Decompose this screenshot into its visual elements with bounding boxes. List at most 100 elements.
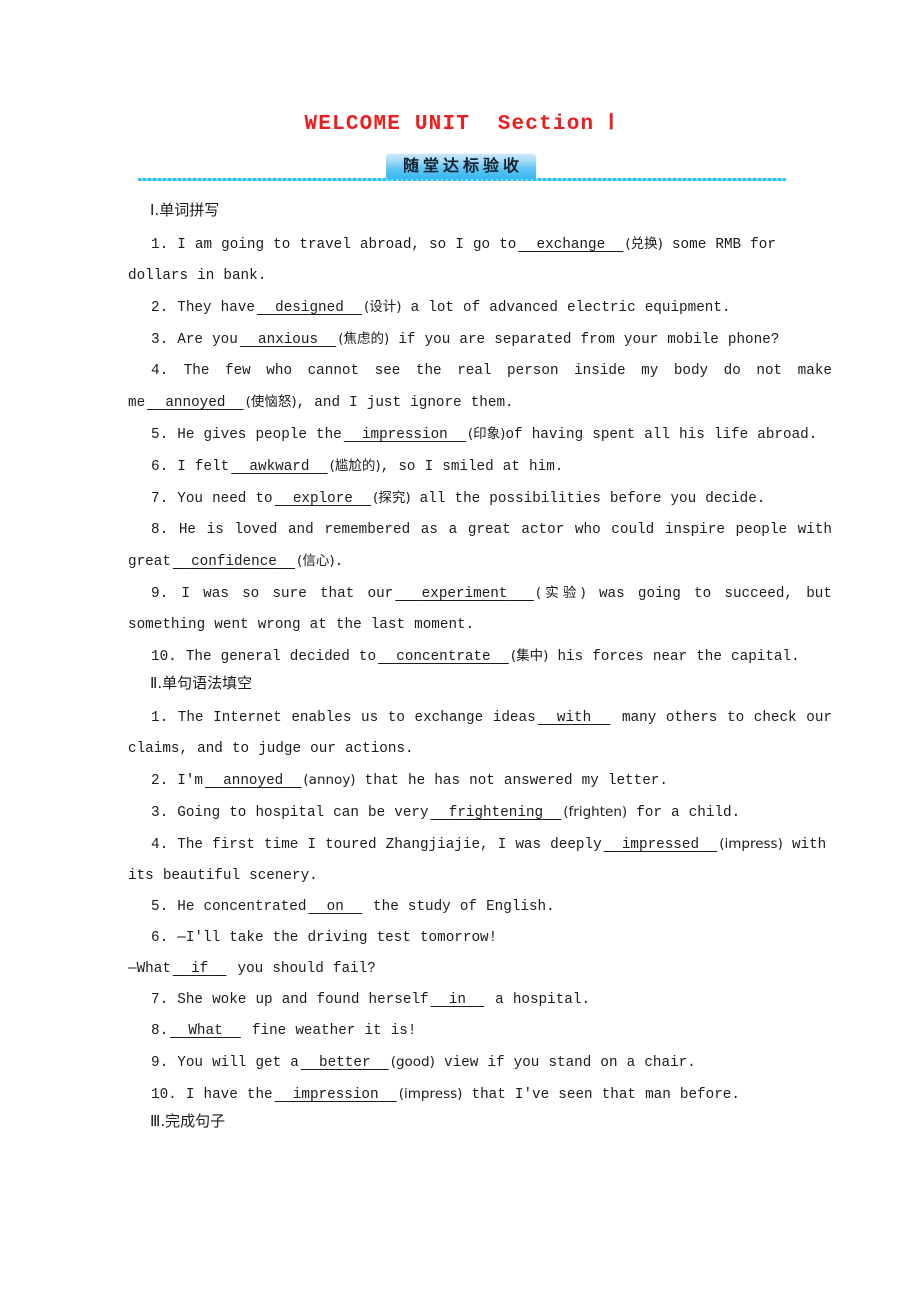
question-number: 3. <box>151 804 169 821</box>
question-text-after: you should fail? <box>228 960 376 977</box>
question-number: 1. <box>151 709 169 726</box>
answer-hint: (frighten) <box>563 803 628 820</box>
answer-blank[interactable]: impressed <box>602 837 720 853</box>
question-number: 10. <box>151 1086 177 1103</box>
question-text-before: I felt <box>168 459 230 476</box>
answer-blank[interactable]: annoyed <box>203 773 303 789</box>
answer-hint: (annoy) <box>303 771 356 788</box>
answer-hint: (尴尬的) <box>329 458 381 475</box>
question-item: 10. I have the impression (impress) that I… <box>128 1079 832 1111</box>
answer-blank[interactable]: confidence <box>171 554 297 570</box>
question-text-before: The Internet enables us to exchange idea… <box>168 709 536 726</box>
question-text-before: You will get a <box>168 1054 299 1071</box>
question-item: 8. He is loved and remembered as a great… <box>128 515 832 578</box>
question-number: 6. <box>151 459 169 476</box>
question-number: 8. <box>151 522 169 539</box>
question-item: 9. I was so sure that our experiment (实验) … <box>128 578 832 641</box>
question-item: 1. The Internet enables us to exchange i… <box>128 703 832 765</box>
question-text-after: . <box>334 554 344 571</box>
question-text-before: The general decided to <box>176 649 377 666</box>
answer-hint: (实验) <box>535 585 586 602</box>
question-text-after: a lot of advanced electric equipment. <box>401 300 731 317</box>
answer-blank[interactable]: experiment <box>393 586 536 602</box>
banner-label: 随堂达标验收 <box>402 156 523 175</box>
worksheet-page: WELCOME UNIT Section Ⅰ 随堂达标验收 Ⅰ.单词拼写 1. I… <box>0 0 920 1302</box>
section-heading: Ⅰ.单词拼写 <box>150 201 220 219</box>
answer-hint: (探究) <box>373 490 411 507</box>
question-item: 10. The general decided to concentrate (集中… <box>128 641 832 673</box>
question-item: 9. You will get a better (good) view if yo… <box>128 1047 832 1079</box>
question-number: 7. <box>151 491 169 508</box>
question-item: —What if you should fail? <box>128 954 832 985</box>
question-text-after: all the possibilities before you decide. <box>410 491 766 508</box>
answer-hint: (impress) <box>398 1085 463 1102</box>
answer-blank[interactable]: frightening <box>429 805 564 821</box>
question-text-before: Are you <box>168 332 238 349</box>
question-number: 5. <box>151 427 169 444</box>
question-item: 2. They have designed (设计) a lot of advanc… <box>128 292 832 324</box>
question-text-after: view if you stand on a chair. <box>434 1054 696 1071</box>
answer-blank[interactable]: impression <box>342 427 468 443</box>
question-text-after: that I've seen that man before. <box>462 1086 740 1103</box>
question-text-before: The first time I toured Zhangjiajie, I w… <box>168 836 602 853</box>
answer-hint: (兑换) <box>625 236 663 253</box>
question-item: 5. He concentrated on the study of Englis… <box>128 892 832 923</box>
question-number: 4. <box>151 836 169 853</box>
answer-blank[interactable]: designed <box>255 300 364 316</box>
question-item: 7. She woke up and found herself in a hos… <box>128 985 832 1016</box>
question-number: 2. <box>151 300 169 317</box>
worksheet-content: Ⅰ.单词拼写 1. I am going to travel abroad, so… <box>128 200 832 1140</box>
answer-blank[interactable]: annoyed <box>145 395 245 411</box>
answer-blank[interactable]: What <box>168 1023 243 1039</box>
question-text-after: the study of English. <box>363 898 555 915</box>
answer-blank[interactable]: better <box>299 1055 391 1071</box>
question-text-before: I'm <box>168 772 203 789</box>
page-title: WELCOME UNIT Section Ⅰ <box>304 113 616 136</box>
question-number: 9. <box>151 1054 169 1071</box>
answer-hint: (印象) <box>467 426 506 443</box>
question-item: 5. He gives people the impression (印象)of h… <box>128 419 832 451</box>
answer-blank[interactable]: concentrate <box>376 649 511 665</box>
answer-blank[interactable]: impression <box>273 1087 399 1103</box>
question-text-before: She woke up and found herself <box>168 991 429 1008</box>
question-number: 1. <box>151 237 169 254</box>
question-text-after: , so I smiled at him. <box>380 459 564 476</box>
question-text-before: I am going to travel abroad, so I go to <box>168 237 517 254</box>
question-item: 2. I'm annoyed (annoy) that he has not ans… <box>128 765 832 797</box>
answer-hint: (设计) <box>363 299 402 316</box>
question-number: 4. <box>151 363 169 380</box>
question-number: 10. <box>151 649 177 666</box>
question-item: 3. Going to hospital can be very frighten… <box>128 797 832 829</box>
answer-hint: (信心) <box>297 553 335 570</box>
answer-blank[interactable]: awkward <box>229 459 329 475</box>
question-text-before: I have the <box>176 1086 273 1103</box>
answer-blank[interactable]: on <box>306 899 364 915</box>
answer-blank[interactable]: in <box>429 992 487 1008</box>
question-text-after: his forces near the capital. <box>548 649 800 666</box>
answer-blank[interactable]: with <box>536 710 613 726</box>
banner-badge: 随堂达标验收 <box>386 153 536 179</box>
question-number: 7. <box>151 991 169 1008</box>
section-heading: Ⅲ.完成句子 <box>150 1111 226 1130</box>
question-text-before: You need to <box>168 491 273 508</box>
question-text-after: of having spent all his life abroad. <box>505 427 818 444</box>
question-text-before: He gives people the <box>168 427 342 444</box>
question-text-after: fine weather it is! <box>242 1022 417 1039</box>
question-item: 3. Are you anxious (焦虑的) if you are separa… <box>128 324 832 356</box>
question-number: 8. <box>151 1022 169 1039</box>
question-text-before: They have <box>168 300 255 317</box>
question-text-before: I was so sure that our <box>168 586 394 603</box>
answer-blank[interactable]: explore <box>273 491 373 507</box>
answer-hint: (impress) <box>719 835 783 852</box>
question-item: 7. You need to explore (探究) all the possib… <box>128 483 832 515</box>
question-text-before: —I'll take the driving test tomorrow! <box>168 929 498 946</box>
question-text-after: for a child. <box>627 804 741 821</box>
answer-blank[interactable]: exchange <box>516 237 625 253</box>
answer-blank[interactable]: anxious <box>238 332 338 348</box>
answer-blank[interactable]: if <box>171 961 229 977</box>
section-heading: Ⅱ.单句语法填空 <box>150 674 253 693</box>
section-banner: 随堂达标验收 <box>138 152 786 186</box>
question-number: 2. <box>151 772 169 789</box>
question-item: 6. I felt awkward (尴尬的), so I smiled at hi… <box>128 451 832 483</box>
answer-hint: (集中) <box>510 648 549 665</box>
